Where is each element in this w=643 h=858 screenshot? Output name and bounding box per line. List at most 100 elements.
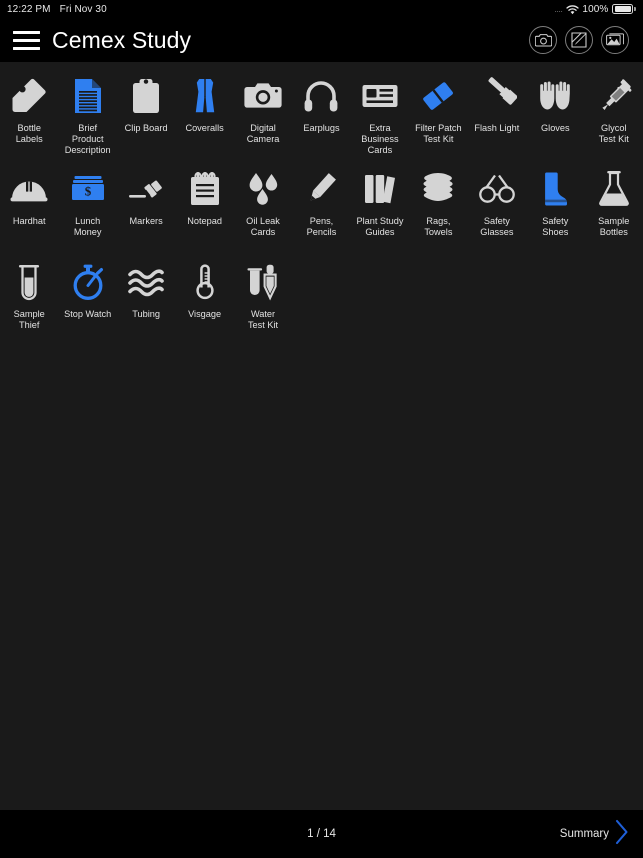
grid-item[interactable]: Coveralls [175, 66, 233, 159]
grid-item[interactable]: Water Test Kit [234, 252, 292, 345]
grid-item[interactable]: Digital Camera [234, 66, 292, 159]
grid-item[interactable]: Extra Business Cards [351, 66, 409, 159]
water-test-kit-icon [234, 260, 292, 304]
stopwatch-icon [58, 260, 116, 304]
equipment-grid-container: Bottle Labels Brief Product Description Cl… [0, 62, 643, 810]
gallery-button[interactable] [601, 26, 629, 54]
grid-item-label: Earplugs [303, 123, 340, 133]
grid-item-label: Notepad [187, 216, 222, 226]
grid-item-label: Sample Bottles [598, 216, 630, 237]
grid-item[interactable]: Flash Light [468, 66, 526, 159]
grid-item[interactable]: Filter Patch Test Kit [409, 66, 467, 159]
grid-item[interactable]: Oil Leak Cards [234, 159, 292, 252]
page-indicator: 1 / 14 [307, 828, 336, 840]
waves-icon [117, 260, 175, 304]
marker-icon [117, 167, 175, 211]
filter-patch-icon [409, 74, 467, 118]
grid-item[interactable]: Gloves [526, 66, 584, 159]
grid-item-label: Oil Leak Cards [246, 216, 280, 237]
grid-item-label: Water Test Kit [247, 309, 279, 330]
money-icon: $ [58, 167, 116, 211]
grid-item-label: Sample Thief [13, 309, 45, 330]
books-icon [351, 167, 409, 211]
gloves-icon [526, 74, 584, 118]
flask-icon [585, 167, 643, 211]
grid-item[interactable]: Pens, Pencils [292, 159, 350, 252]
summary-label: Summary [559, 828, 609, 840]
grid-item[interactable]: Glycol Test Kit [585, 66, 643, 159]
grid-item[interactable]: Stop Watch [58, 252, 116, 345]
battery-full-icon [612, 4, 636, 14]
grid-item-label: Lunch Money [73, 216, 102, 237]
summary-next-button[interactable]: Summary [560, 819, 629, 850]
app-header: Cemex Study [0, 18, 643, 62]
rag-icon [409, 167, 467, 211]
grid-item[interactable]: Notepad [175, 159, 233, 252]
grid-item[interactable]: Hardhat [0, 159, 58, 252]
clipboard-icon [117, 74, 175, 118]
grid-item-label: Bottle Labels [15, 123, 43, 144]
grid-item[interactable]: Safety Glasses [468, 159, 526, 252]
grid-item[interactable]: Plant Study Guides [351, 159, 409, 252]
grid-item-label: Coveralls [185, 123, 224, 133]
hardhat-icon [0, 167, 58, 211]
status-time: 12:22 PM [7, 3, 51, 15]
business-card-icon [351, 74, 409, 118]
grid-item-label: Stop Watch [64, 309, 112, 319]
grid-item-label: Tubing [132, 309, 161, 319]
grid-item-label: Rags, Towels [424, 216, 453, 237]
header-actions [529, 26, 629, 54]
signal-dots-icon: .... [554, 4, 563, 14]
compose-button[interactable] [565, 26, 593, 54]
grid-item[interactable]: Rags, Towels [409, 159, 467, 252]
grid-item-label: Gloves [541, 123, 570, 133]
status-date: Fri Nov 30 [59, 3, 107, 15]
grid-item-label: Clip Board [124, 123, 168, 133]
grid-item[interactable]: Sample Thief [0, 252, 58, 345]
chevron-right-icon [615, 819, 629, 850]
flashlight-icon [468, 74, 526, 118]
tag-icon [0, 74, 58, 118]
battery-percent: 100% [582, 3, 609, 15]
equipment-grid: Bottle Labels Brief Product Description Cl… [0, 62, 643, 345]
document-icon [58, 74, 116, 118]
pencil-icon [292, 167, 350, 211]
earplugs-icon [292, 74, 350, 118]
grid-item[interactable]: Bottle Labels [0, 66, 58, 159]
grid-item[interactable]: Clip Board [117, 66, 175, 159]
grid-item-label: Visgage [188, 309, 222, 319]
hamburger-menu-icon[interactable] [13, 30, 40, 50]
thermometer-icon [175, 260, 233, 304]
grid-item-label: Digital Camera [246, 123, 280, 144]
camera-icon [234, 74, 292, 118]
grid-item[interactable]: Earplugs [292, 66, 350, 159]
grid-item-label: Safety Glasses [480, 216, 514, 237]
grid-item-label: Pens, Pencils [306, 216, 337, 237]
photo-gallery-icon [606, 33, 624, 47]
camera-button[interactable] [529, 26, 557, 54]
grid-item-label: Extra Business Cards [361, 123, 399, 155]
test-tube-icon [0, 260, 58, 304]
status-bar: 12:22 PM Fri Nov 30 .... 100% [0, 0, 643, 18]
oil-drops-icon [234, 167, 292, 211]
grid-item-label: Brief Product Description [64, 123, 111, 155]
coveralls-icon [175, 74, 233, 118]
grid-item[interactable]: $ Lunch Money [58, 159, 116, 252]
footer-bar: 1 / 14 Summary [0, 810, 643, 858]
grid-item[interactable]: Sample Bottles [585, 159, 643, 252]
glasses-icon [468, 167, 526, 211]
grid-item-label: Flash Light [474, 123, 520, 133]
grid-item-label: Glycol Test Kit [598, 123, 629, 144]
grid-item[interactable]: Safety Shoes [526, 159, 584, 252]
grid-item[interactable]: Markers [117, 159, 175, 252]
wifi-icon [566, 4, 580, 14]
grid-item-label: Plant Study Guides [356, 216, 404, 237]
camera-icon [534, 33, 552, 47]
grid-item[interactable]: Visgage [175, 252, 233, 345]
grid-item-label: Markers [129, 216, 163, 226]
grid-item[interactable]: Tubing [117, 252, 175, 345]
page-title: Cemex Study [52, 26, 192, 53]
notepad-icon [175, 167, 233, 211]
boot-icon [526, 167, 584, 211]
grid-item[interactable]: Brief Product Description [58, 66, 116, 159]
